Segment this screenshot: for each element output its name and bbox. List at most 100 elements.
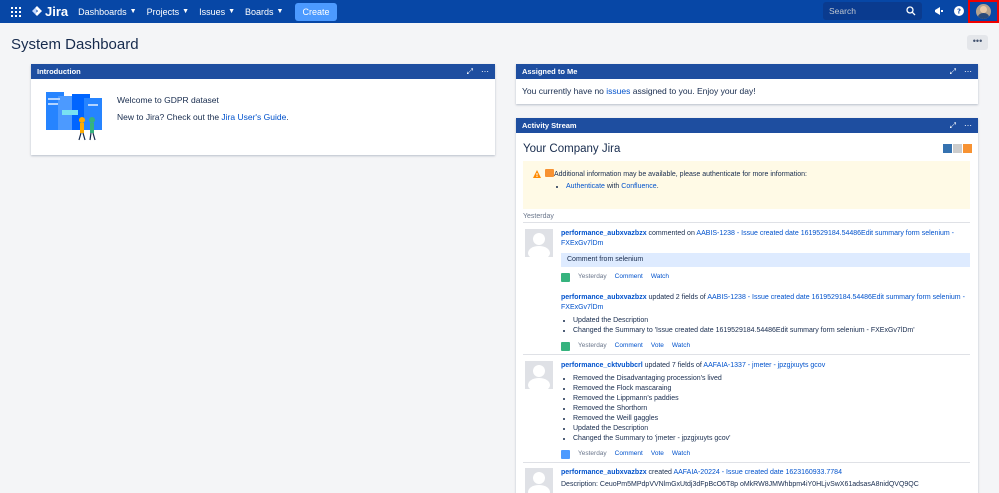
avatar <box>976 4 991 19</box>
list-view-icon[interactable] <box>943 144 952 153</box>
user-avatar[interactable] <box>525 361 553 392</box>
user-profile-button[interactable] <box>968 0 999 23</box>
jira-users-guide-link[interactable]: Jira User's Guide <box>221 112 286 122</box>
chevron-down-icon: ▼ <box>129 8 137 15</box>
stream-view-controls <box>943 144 972 153</box>
entry-divider <box>523 462 970 463</box>
entry-summary: performance_aubxvazbzx updated 2 fields … <box>561 293 970 313</box>
welcome-text: Welcome to GDPR dataset <box>117 95 219 105</box>
new-to-jira-prefix: New to Jira? Check out the <box>117 112 222 122</box>
comment-link[interactable]: Comment <box>615 272 643 282</box>
search-placeholder: Search <box>829 6 856 16</box>
assigned-message: You currently have no issues assigned to… <box>516 79 978 103</box>
svg-text:?: ? <box>957 8 961 16</box>
maximize-icon[interactable]: ⤢ <box>950 121 956 131</box>
chevron-down-icon: ▼ <box>228 8 236 15</box>
app-switcher-icon[interactable] <box>11 6 21 17</box>
issue-link[interactable]: AAFAIA-1337 - jmeter - jpzgjxuyts gcov <box>703 362 825 369</box>
search-icon <box>906 6 916 16</box>
authenticate-with-text: with <box>604 183 622 190</box>
watch-link[interactable]: Watch <box>672 449 690 459</box>
assigned-suffix: assigned to you. Enjoy your day! <box>630 86 756 96</box>
entry-time: Yesterday <box>578 450 607 457</box>
issue-link[interactable]: AAFAIA-20224 - Issue created date 162316… <box>673 469 842 476</box>
user-avatar[interactable] <box>525 229 553 260</box>
comment-link[interactable]: Comment <box>615 449 643 459</box>
welcome-illustration <box>46 92 102 141</box>
nav-boards-label: Boards <box>245 6 274 17</box>
watch-link[interactable]: Watch <box>672 341 690 351</box>
vote-link[interactable]: Vote <box>651 341 664 351</box>
introduction-header: Introduction ⤢ ⋯ <box>31 64 495 79</box>
stream-title: Your Company Jira <box>523 143 621 155</box>
nav-issues[interactable]: Issues ▼ <box>199 7 235 17</box>
entry-summary: performance_aubxvazbzx commented on AABI… <box>561 229 970 249</box>
change-item: Updated the Description <box>573 424 970 434</box>
authentication-warning: Additional information may be available,… <box>523 161 970 209</box>
vote-link[interactable]: Vote <box>651 449 664 459</box>
nav-dashboards-label: Dashboards <box>78 6 127 17</box>
jira-logo-text: Jira <box>45 4 69 19</box>
entry-summary: performance_cktvubbcrl updated 7 fields … <box>561 361 970 371</box>
watch-link[interactable]: Watch <box>651 272 669 282</box>
entry-action: commented on <box>646 230 697 237</box>
gadget-menu-icon[interactable]: ⋯ <box>964 121 972 131</box>
warning-text: Additional information may be available,… <box>554 171 807 178</box>
rss-feed-icon[interactable] <box>963 144 972 153</box>
story-issue-icon <box>561 272 570 282</box>
entry-action: updated 7 fields of <box>642 362 704 369</box>
entry-time: Yesterday <box>578 273 607 280</box>
user-link[interactable]: performance_cktvubbcrl <box>561 362 643 369</box>
chevron-down-icon: ▼ <box>276 8 284 15</box>
gadget-menu-icon[interactable]: ⋯ <box>481 67 489 77</box>
search-input[interactable]: Search <box>823 2 922 20</box>
user-avatar[interactable] <box>525 468 553 493</box>
user-link[interactable]: performance_aubxvazbzx <box>561 469 647 476</box>
warning-icon <box>533 170 541 178</box>
gadget-menu-icon[interactable]: ⋯ <box>964 67 972 77</box>
maximize-icon[interactable]: ⤢ <box>467 67 473 77</box>
task-issue-icon <box>561 449 570 459</box>
activity-stream-gadget: Activity Stream ⤢ ⋯ Your Company Jira Add… <box>516 118 978 493</box>
entry-meta: Yesterday Comment Watch <box>561 272 970 282</box>
create-button[interactable]: Create <box>295 2 337 21</box>
new-to-jira-text: New to Jira? Check out the Jira User's G… <box>117 112 289 122</box>
entry-meta: Yesterday Comment Vote Watch <box>561 449 970 459</box>
assigned-prefix: You currently have no <box>522 86 607 96</box>
notifications-megaphone-icon[interactable] <box>933 5 945 17</box>
confluence-link[interactable]: Confluence <box>621 183 656 190</box>
new-to-jira-suffix: . <box>286 112 289 122</box>
filter-icon[interactable] <box>953 144 962 153</box>
change-item: Removed the Disadvantaging procession's … <box>573 374 970 384</box>
applink-icon <box>545 169 554 177</box>
top-navigation: Jira Dashboards ▼ Projects ▼ Issues ▼ Board… <box>0 0 999 23</box>
change-item: Removed the Lippmann's paddies <box>573 394 970 404</box>
authenticate-suffix: . <box>656 183 659 190</box>
entry-time: Yesterday <box>578 342 607 349</box>
entry-action: updated 2 fields of <box>646 294 708 301</box>
issue-description: Description: CeuoPm5MPdpVVNlmGxUtdj3dFpB… <box>561 481 919 488</box>
authenticate-link[interactable]: Authenticate <box>566 183 605 190</box>
nav-boards[interactable]: Boards ▼ <box>245 7 283 17</box>
change-item: Changed the Summary to 'Issue created da… <box>573 326 970 336</box>
day-label: Yesterday <box>523 213 970 223</box>
jira-logo[interactable]: Jira <box>32 4 68 19</box>
activity-header: Activity Stream ⤢ ⋯ <box>516 118 978 133</box>
issues-link[interactable]: issues <box>606 86 630 96</box>
change-item: Updated the Description <box>573 316 970 326</box>
user-link[interactable]: performance_aubxvazbzx <box>561 294 647 301</box>
assigned-title: Assigned to Me <box>522 67 578 76</box>
nav-dashboards[interactable]: Dashboards ▼ <box>78 7 136 17</box>
comment-link[interactable]: Comment <box>615 341 643 351</box>
user-link[interactable]: performance_aubxvazbzx <box>561 230 647 237</box>
authenticate-item: Authenticate with Confluence. <box>566 183 659 190</box>
nav-projects-label: Projects <box>146 6 180 17</box>
change-item: Removed the Shorthorn <box>573 404 970 414</box>
dashboard-more-button[interactable]: ••• <box>967 35 988 50</box>
change-item: Changed the Summary to 'jmeter - jpzgjxu… <box>573 434 970 444</box>
help-icon[interactable]: ? <box>953 5 965 17</box>
nav-projects[interactable]: Projects ▼ <box>147 7 189 17</box>
story-issue-icon <box>561 341 570 351</box>
maximize-icon[interactable]: ⤢ <box>950 67 956 77</box>
nav-issues-label: Issues <box>199 6 226 17</box>
